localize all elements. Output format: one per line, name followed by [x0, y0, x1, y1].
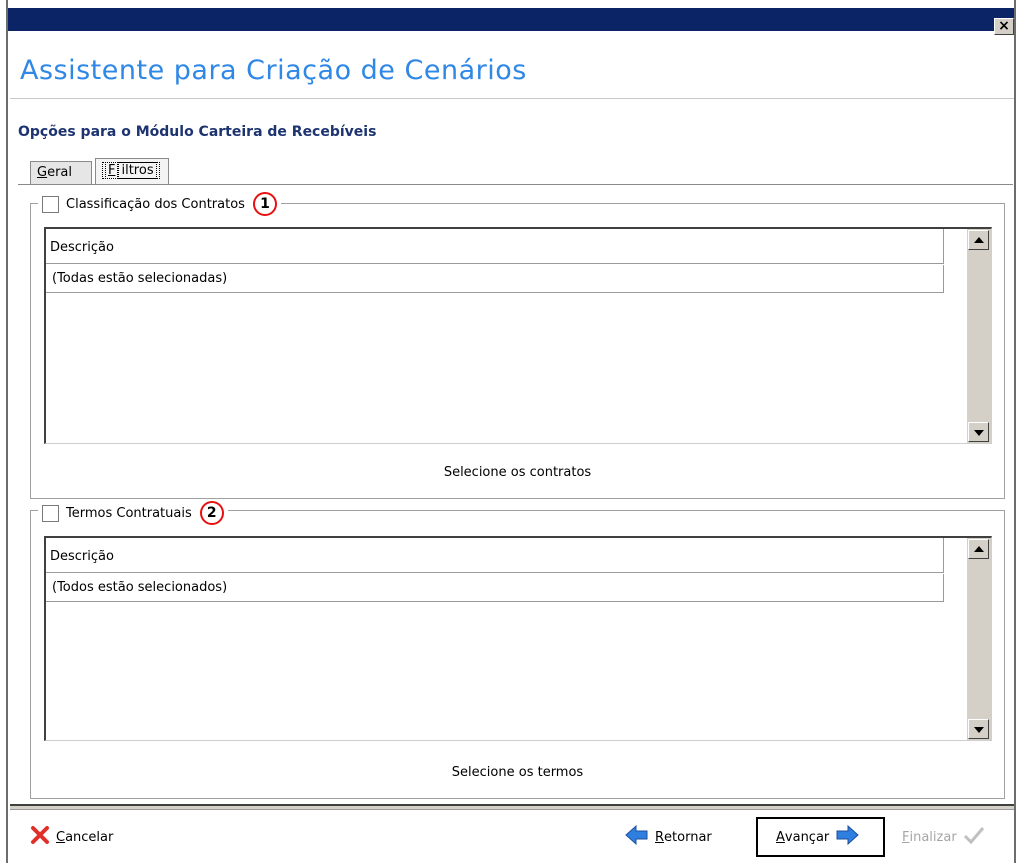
tab-filtros-mnemonic: F [105, 162, 119, 179]
window-titlebar [8, 8, 1014, 31]
back-button[interactable]: Retornar [625, 817, 712, 857]
wizard-window: × Assistente para Criação de Cenários Op… [0, 0, 1018, 863]
scroll-down-arrow-icon[interactable] [968, 422, 989, 442]
back-mnemonic: R [655, 829, 665, 845]
table-row[interactable]: (Todos estão selecionados) [46, 574, 944, 602]
classificacao-hint: Selecione os contratos [443, 465, 592, 480]
cancel-button[interactable]: Cancelar [30, 817, 113, 857]
vertical-scrollbar[interactable] [967, 229, 991, 443]
annotation-marker-2: 2 [199, 501, 224, 525]
page-subtitle: Opções para o Módulo Carteira de Recebív… [18, 124, 377, 140]
checkmark-icon [963, 825, 985, 849]
termos-hint: Selecione os termos [451, 765, 584, 780]
column-header-descricao[interactable]: Descrição [46, 538, 944, 573]
column-header-descricao[interactable]: Descrição [46, 229, 944, 264]
arrow-right-icon [835, 824, 860, 849]
group-classificacao-legend: Classificação dos Contratos 1 [38, 192, 281, 216]
tab-filtros[interactable]: Filtros [95, 158, 169, 184]
finish-mnemonic: F [902, 829, 910, 845]
termos-grid[interactable]: Descrição (Todos estão selecionados) [44, 536, 992, 741]
cancel-mnemonic: C [56, 829, 66, 845]
wizard-header: Assistente para Criação de Cenários [10, 43, 1014, 99]
classificacao-grid[interactable]: Descrição (Todas estão selecionadas) [44, 227, 992, 444]
scroll-up-arrow-icon[interactable] [968, 539, 989, 559]
next-button[interactable]: Avançar [756, 817, 885, 857]
back-label: etornar [664, 829, 712, 845]
group-termos-legend: Termos Contratuais 2 [38, 501, 228, 525]
wizard-title: Assistente para Criação de Cenários [20, 55, 527, 86]
tab-filtros-label: iltros [118, 162, 157, 179]
next-mnemonic: A [776, 829, 785, 845]
vertical-scrollbar[interactable] [967, 538, 991, 740]
termos-checkbox[interactable] [42, 504, 59, 522]
cancel-label: ancelar [65, 829, 114, 845]
close-button[interactable]: × [994, 18, 1014, 35]
annotation-marker-1: 1 [252, 192, 277, 216]
finish-label: inalizar [909, 829, 957, 845]
window-frame-right [1014, 0, 1018, 863]
classificacao-checkbox[interactable] [42, 195, 59, 213]
tab-geral[interactable]: Geral [30, 161, 92, 184]
cancel-x-icon [30, 825, 50, 849]
next-label: vançar [784, 829, 830, 845]
termos-title: Termos Contratuais [66, 505, 192, 521]
tab-geral-mnemonic: G [37, 165, 48, 180]
finish-button[interactable]: Finalizar [902, 817, 985, 857]
window-frame-left [0, 0, 8, 863]
scroll-up-arrow-icon[interactable] [968, 230, 989, 250]
arrow-left-icon [625, 824, 649, 849]
tab-geral-label: eral [47, 165, 72, 180]
table-row[interactable]: (Todas estão selecionadas) [46, 265, 944, 293]
tab-filtros-focus: Filtros [102, 162, 160, 179]
scroll-down-arrow-icon[interactable] [968, 719, 989, 739]
classificacao-title: Classificação dos Contratos [66, 196, 245, 212]
